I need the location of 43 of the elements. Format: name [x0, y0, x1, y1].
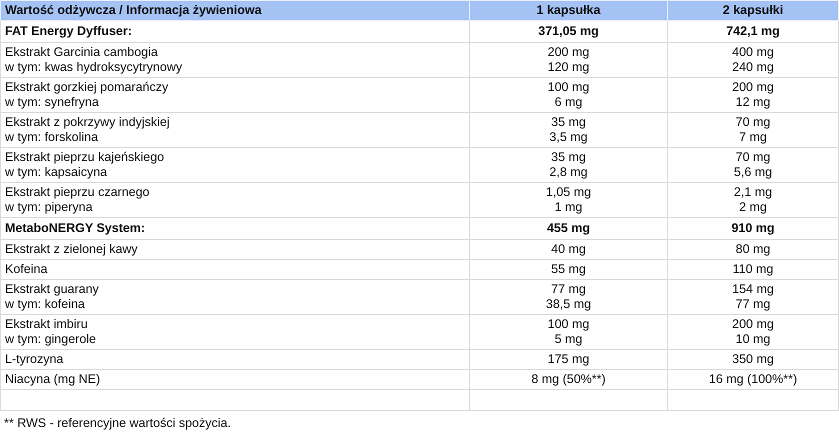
table-cell: Ekstrakt z zielonej kawy [0, 240, 470, 260]
table-cell: L-tyrozyna [0, 350, 470, 370]
table-cell: 400 mg 240 mg [668, 42, 838, 78]
column-header: 2 kapsułki [668, 0, 838, 20]
table-cell: 200 mg 12 mg [668, 78, 838, 112]
column-header: 1 kapsułka [470, 0, 668, 20]
table-cell: 742,1 mg [668, 20, 838, 42]
table-cell: Ekstrakt guarany w tym: kofeina [0, 280, 470, 314]
table-cell: Niacyna (mg NE) [0, 370, 470, 390]
table-cell: 35 mg 3,5 mg [470, 112, 668, 148]
table-cell: FAT Energy Dyffuser: [0, 20, 470, 42]
table-cell: 16 mg (100%**) [668, 370, 838, 390]
table-cell: 35 mg 2,8 mg [470, 148, 668, 182]
table-cell: 371,05 mg [470, 20, 668, 42]
table-cell: Kofeina [0, 260, 470, 280]
table-cell: 175 mg [470, 350, 668, 370]
table-cell: 910 mg [668, 218, 838, 240]
table-cell: 200 mg 10 mg [668, 314, 838, 350]
table-cell: 100 mg 5 mg [470, 314, 668, 350]
table-cell: 70 mg 7 mg [668, 112, 838, 148]
table-cell: 77 mg 38,5 mg [470, 280, 668, 314]
column-header: Wartość odżywcza / Informacja żywieniowa [0, 0, 470, 20]
table-cell: 8 mg (50%**) [470, 370, 668, 390]
table-cell: 350 mg [668, 350, 838, 370]
table-cell: Ekstrakt imbiru w tym: gingerole [0, 314, 470, 350]
table-cell: 80 mg [668, 240, 838, 260]
table-cell: 100 mg 6 mg [470, 78, 668, 112]
table-cell: 40 mg [470, 240, 668, 260]
table-cell: Ekstrakt pieprzu czarnego w tym: piperyna [0, 182, 470, 218]
table-cell: 455 mg [470, 218, 668, 240]
table-cell: Ekstrakt pieprzu kajeńskiego w tym: kapsaicyna [0, 148, 470, 182]
table-cell: 1,05 mg 1 mg [470, 182, 668, 218]
table-cell: 154 mg 77 mg [668, 280, 838, 314]
table-cell: 55 mg [470, 260, 668, 280]
table-cell: 200 mg 120 mg [470, 42, 668, 78]
footnote: ** RWS - referencyjne wartości spożycia. [4, 416, 232, 431]
table-cell: Ekstrakt Garcinia cambogia w tym: kwas hydroksycytrynowy [0, 42, 470, 78]
table-cell: 2,1 mg 2 mg [668, 182, 838, 218]
table-cell: Ekstrakt z pokrzywy indyjskiej w tym: forskolina [0, 112, 470, 148]
table-cell: 110 mg [668, 260, 838, 280]
table-cell: MetaboNERGY System: [0, 218, 470, 240]
table-cell: 70 mg 5,6 mg [668, 148, 838, 182]
table-cell: Ekstrakt gorzkiej pomarańczy w tym: synefryna [0, 78, 470, 112]
